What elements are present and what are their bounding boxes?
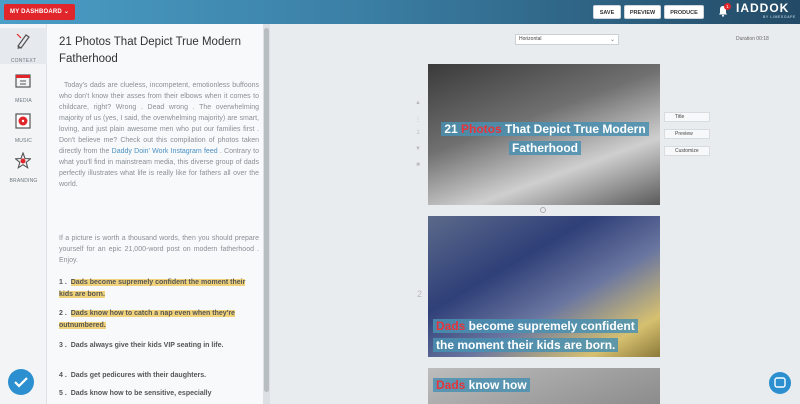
delete-icon[interactable]: ■ (414, 162, 422, 168)
notification-badge: 1 (724, 3, 731, 10)
chevron-down-icon: ⌄ (63, 9, 70, 15)
chat-icon (774, 377, 786, 388)
slide-number-icon: 1 (416, 130, 420, 136)
instagram-link[interactable]: Daddy Doin' Work Instagram feed (112, 148, 218, 155)
sidebar-item-branding[interactable]: Branding (0, 148, 47, 184)
list-text: Dads always give their kids VIP seating … (70, 342, 224, 349)
save-button[interactable]: SAVE (593, 5, 621, 19)
control-label: Preview (675, 131, 693, 137)
preview-slide-button[interactable]: Preview (664, 129, 710, 139)
list-item[interactable]: 2 . Dads know how to catch a nap even wh… (59, 308, 259, 332)
list-text: Dads become supremely confident the mome… (59, 279, 246, 298)
logo: IADDOK BY LIMESGAPE (736, 2, 796, 22)
sidebar-item-label: Context (10, 58, 37, 64)
article-panel: 21 Photos That Depict True Modern Father… (47, 24, 263, 404)
caption-highlight: Photos (461, 122, 502, 136)
my-dashboard-button[interactable]: MY DASHBOARD ⌄ (4, 4, 76, 20)
preview-button[interactable]: PREVIEW (624, 5, 661, 19)
article-paragraph[interactable]: Today's dads are clueless, incompetent, … (59, 80, 259, 190)
logo-subtext: BY LIMESGAPE (762, 15, 796, 19)
add-slide-button[interactable] (540, 207, 546, 213)
move-up-icon[interactable]: ▲ (414, 100, 422, 106)
caption-highlight: Dads (436, 319, 466, 333)
article-paragraph[interactable]: If a picture is worth a thousand words, … (59, 233, 259, 266)
control-label: Title (675, 114, 685, 120)
control-label: Customize (675, 148, 699, 154)
duration-label: Duration 00:18 (736, 36, 769, 42)
music-icon (15, 113, 31, 129)
slide-2[interactable]: Dads become supremely confident the mome… (428, 216, 660, 357)
list-item[interactable]: 5 . Dads know how to be sensitive, espec… (59, 388, 259, 400)
list-text: Dads get pedicures with their daughters. (70, 372, 207, 379)
move-down-icon[interactable]: ▼ (414, 146, 422, 152)
list-number: 3 . (59, 342, 67, 349)
caption-text: know how (465, 378, 527, 392)
article-title[interactable]: 21 Photos That Depict True Modern Father… (59, 34, 259, 68)
list-item[interactable]: 3 . Dads always give their kids VIP seat… (59, 340, 259, 352)
move-handle-icon[interactable]: ⋮ (414, 116, 422, 123)
customize-dropdown[interactable]: Customize (664, 146, 710, 156)
title-dropdown[interactable]: Title (664, 112, 710, 122)
logo-text: IADDOK (736, 1, 790, 15)
sidebar-item-label: Music (14, 138, 33, 144)
slide-caption: Dads become supremely confident the mome… (433, 317, 655, 355)
sidebar-item-label: Media (15, 98, 32, 104)
list-item[interactable]: 1 . Dads become supremely confident the … (59, 277, 259, 301)
caption-text: 21 (444, 122, 461, 136)
list-number: 1 . (59, 279, 67, 286)
list-text: Dads know how to catch a nap even when t… (59, 310, 235, 329)
list-number: 5 . (59, 390, 67, 397)
slide-caption: 21 Photos That Depict True Modern Father… (440, 120, 650, 158)
chevron-down-icon: ⌄ (610, 37, 616, 43)
caption-text: That Depict True Modern Fatherhood (501, 122, 646, 155)
slide-caption: Dads know how (433, 376, 655, 395)
film-icon (15, 74, 31, 88)
list-number: 2 . (59, 310, 67, 317)
slide-number: 2 (417, 289, 423, 299)
list-item[interactable]: 4 . Dads get pedicures with their daught… (59, 370, 259, 382)
chat-button[interactable] (769, 372, 791, 394)
checkmark-icon (14, 377, 28, 388)
confirm-button[interactable] (8, 369, 34, 395)
paragraph-text: Today's dads are clueless, incompetent, … (59, 82, 260, 155)
sidebar-item-music[interactable]: Music (0, 108, 47, 144)
slide-1[interactable]: 21 Photos That Depict True Modern Father… (428, 64, 660, 205)
star-icon (15, 152, 31, 170)
caption-highlight: Dads (436, 378, 466, 392)
list-number: 4 . (59, 372, 67, 379)
my-dashboard-label: MY DASHBOARD (10, 9, 62, 15)
icon-sidebar: Context Media Music Branding (0, 24, 47, 404)
sidebar-item-context[interactable]: Context (0, 28, 47, 64)
pencil-icon (16, 33, 30, 49)
slide-3[interactable]: Dads know how (428, 368, 660, 404)
sidebar-item-label: Branding (9, 178, 38, 184)
orientation-select[interactable]: Horizontal (515, 34, 619, 45)
caption-text: become supremely confident the moment th… (436, 319, 635, 352)
sidebar-item-media[interactable]: Media (0, 68, 47, 104)
produce-button[interactable]: PRODUCE (664, 5, 704, 19)
article-scrollbar[interactable] (263, 24, 270, 404)
scroll-thumb[interactable] (264, 28, 269, 392)
list-text: Dads know how to be sensitive, especiall… (70, 390, 212, 397)
